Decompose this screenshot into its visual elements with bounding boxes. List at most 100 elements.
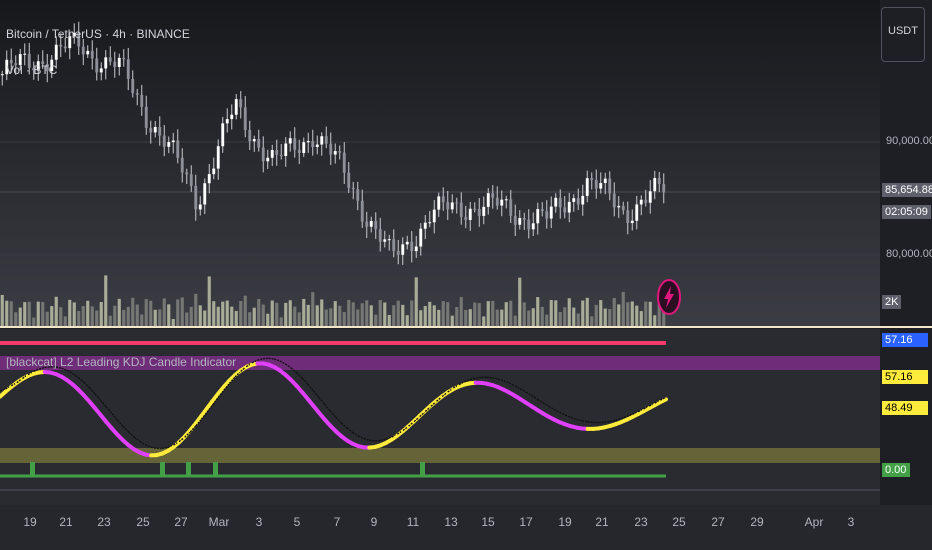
volume-bar bbox=[500, 309, 504, 326]
volume-bar bbox=[216, 306, 220, 326]
time-axis-label: 25 bbox=[136, 515, 150, 529]
candle bbox=[486, 193, 490, 207]
candle bbox=[626, 210, 630, 224]
candle bbox=[266, 157, 270, 162]
volume-bar bbox=[545, 314, 549, 326]
time-axis-label: 3 bbox=[255, 515, 263, 529]
volume-bar bbox=[59, 307, 63, 326]
indicator-top-band bbox=[0, 341, 666, 345]
volume-bar bbox=[248, 312, 252, 326]
candle bbox=[167, 142, 171, 147]
candle bbox=[504, 199, 508, 201]
candle bbox=[392, 239, 396, 252]
volume-bar bbox=[630, 301, 634, 326]
volume-bar bbox=[531, 308, 535, 326]
candle bbox=[63, 46, 67, 49]
volume-bar bbox=[261, 304, 265, 326]
candle bbox=[531, 223, 535, 230]
candle bbox=[576, 198, 580, 205]
volume-bar bbox=[558, 312, 562, 326]
volume-bar bbox=[104, 275, 108, 326]
volume-bar bbox=[617, 304, 621, 326]
indicator-value-blue: 57.16 bbox=[882, 333, 928, 347]
candle bbox=[360, 200, 364, 222]
candle bbox=[387, 239, 391, 241]
time-axis-label: 19 bbox=[23, 515, 37, 529]
candle bbox=[599, 183, 603, 189]
candle bbox=[144, 106, 148, 128]
volume-bar bbox=[81, 306, 85, 326]
indicator-oversold-band bbox=[0, 448, 880, 463]
candle bbox=[230, 114, 234, 120]
candle bbox=[95, 58, 99, 73]
volume-bar bbox=[185, 312, 189, 326]
candle bbox=[581, 195, 585, 205]
candle bbox=[117, 57, 121, 67]
candle bbox=[657, 178, 661, 185]
time-axis-label: 17 bbox=[519, 515, 533, 529]
volume-bar bbox=[32, 317, 36, 326]
volume-bar bbox=[563, 307, 567, 326]
currency-button[interactable]: USDT bbox=[881, 7, 925, 62]
candle bbox=[189, 174, 193, 186]
volume-bar bbox=[311, 292, 315, 326]
indicator-value-yellow-1: 57.16 bbox=[882, 370, 928, 384]
candle bbox=[126, 59, 130, 79]
volume-bar bbox=[270, 300, 274, 326]
candle bbox=[113, 61, 117, 67]
candle bbox=[185, 172, 189, 175]
time-axis-label: 27 bbox=[711, 515, 725, 529]
volume-bar bbox=[459, 297, 463, 326]
candle bbox=[221, 123, 225, 147]
volume-bar bbox=[293, 306, 297, 326]
candle bbox=[86, 50, 90, 55]
volume-bar bbox=[315, 305, 319, 326]
candle bbox=[401, 244, 405, 255]
volume-bar bbox=[288, 300, 292, 326]
candle bbox=[500, 199, 504, 206]
candle bbox=[99, 68, 103, 73]
volume-bar bbox=[0, 295, 4, 326]
candle bbox=[203, 183, 207, 205]
chart-canvas[interactable] bbox=[0, 0, 932, 550]
candle bbox=[630, 220, 634, 224]
candle bbox=[212, 168, 216, 175]
volume-bar bbox=[9, 301, 13, 326]
volume-bar bbox=[504, 302, 508, 326]
price-label-80000: 80,000.00 bbox=[886, 248, 932, 260]
lightning-icon[interactable] bbox=[657, 279, 681, 315]
candle bbox=[590, 178, 594, 181]
volume-bar bbox=[239, 300, 243, 326]
candle bbox=[149, 127, 153, 133]
candle bbox=[23, 53, 27, 55]
candle bbox=[369, 220, 373, 227]
signal-marker bbox=[160, 462, 165, 476]
candle bbox=[324, 136, 328, 144]
candle bbox=[81, 46, 85, 55]
candle bbox=[108, 57, 112, 62]
candle bbox=[536, 209, 540, 224]
volume-bar bbox=[117, 298, 121, 326]
candle bbox=[648, 191, 652, 203]
candle bbox=[347, 172, 351, 188]
candle bbox=[459, 202, 463, 217]
candle bbox=[527, 219, 531, 230]
volume-bar bbox=[45, 311, 49, 326]
candle bbox=[468, 208, 472, 220]
candle bbox=[428, 222, 432, 224]
volume-bar bbox=[486, 301, 490, 326]
price-label-90000: 90,000.00 bbox=[886, 135, 932, 147]
volume-bar bbox=[320, 299, 324, 326]
candle bbox=[365, 221, 369, 227]
candle bbox=[374, 220, 378, 230]
candle bbox=[437, 196, 441, 210]
volume-bar bbox=[378, 299, 382, 326]
candle bbox=[644, 199, 648, 203]
volume-bar bbox=[324, 309, 328, 326]
volume-bar bbox=[126, 306, 130, 326]
volume-bar bbox=[333, 301, 337, 326]
chart-area[interactable]: Bitcoin / TetherUS · 4h · BINANCE Vol · … bbox=[0, 0, 932, 550]
volume-bar bbox=[54, 296, 58, 326]
volume-bar bbox=[635, 305, 639, 326]
candle bbox=[383, 239, 387, 242]
